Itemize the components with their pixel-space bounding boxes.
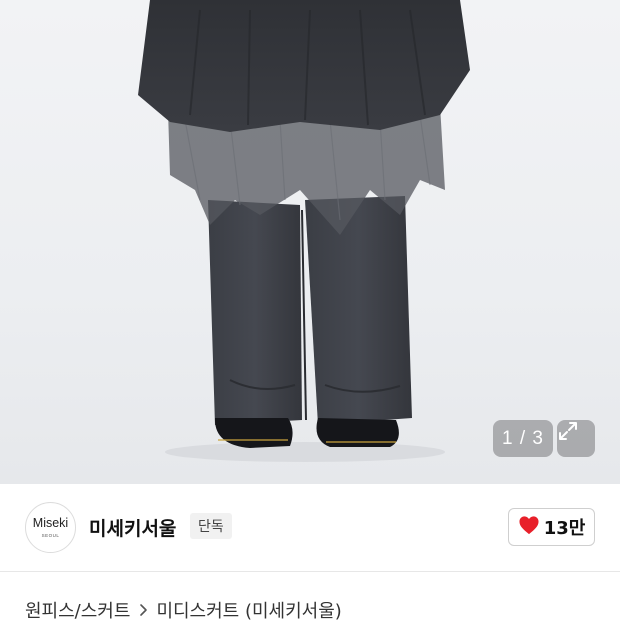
image-counter: 1 / 3 — [493, 420, 553, 457]
breadcrumb-subcategory[interactable]: 미디스커트 (미세키서울) — [156, 597, 341, 620]
exclusive-badge: 단독 — [190, 513, 232, 539]
expand-image-button[interactable] — [557, 420, 595, 457]
breadcrumb-category[interactable]: 원피스/스커트 — [25, 597, 130, 620]
like-button[interactable]: 13만 — [508, 508, 595, 546]
breadcrumb: 원피스/스커트 미디스커트 (미세키서울) — [25, 598, 342, 620]
brand-row: Miseki SEOUL 미세키서울 단독 13만 — [0, 484, 620, 572]
product-image[interactable]: 1 / 3 — [0, 0, 620, 484]
brand-name-link[interactable]: 미세키서울 — [89, 514, 176, 541]
product-photo-illustration — [138, 0, 470, 462]
brand-logo[interactable]: Miseki SEOUL — [25, 502, 76, 553]
brand-logo-subtext: SEOUL — [41, 532, 60, 538]
like-count: 13만 — [543, 518, 586, 539]
heart-icon — [518, 515, 540, 539]
brand-logo-text: Miseki — [32, 516, 69, 531]
chevron-right-icon — [139, 603, 148, 617]
